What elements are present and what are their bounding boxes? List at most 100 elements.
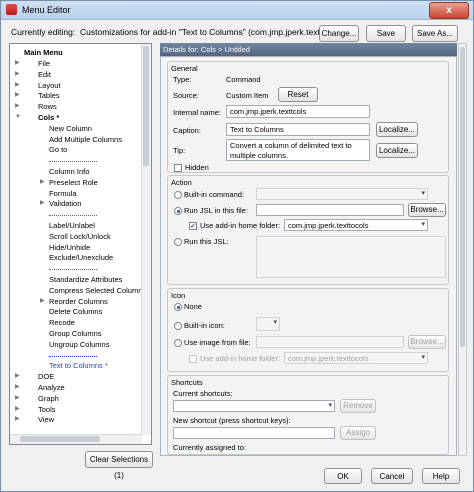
general-group: General Type: Command Source: Custom Ite… [167,61,449,173]
close-button[interactable]: x [429,2,469,19]
tree-item[interactable]: Preselect Role [49,177,98,188]
save-button[interactable]: Save [366,25,406,42]
details-vertical-scrollbar[interactable] [458,43,467,456]
collapsed-arrow-icon[interactable]: ▶ [15,404,21,415]
tree-item[interactable]: Rows [38,101,57,112]
jsl-file-field[interactable] [256,204,404,216]
details-scroll-thumb[interactable] [460,47,465,347]
internal-name-field[interactable]: com.jmp.jperk.texttcols [226,105,370,118]
tree-root[interactable]: Main Menu [24,47,63,58]
tree-item[interactable]: Label/Unlabel [49,220,95,231]
image-browse-button[interactable]: Browse... [408,335,446,349]
title-bar[interactable]: Menu Editor x [1,1,473,20]
tree-item[interactable]: Add Multiple Columns [49,134,122,145]
icon-home-folder-value: com.jmp.jperk.texttocols [288,354,369,363]
builtin-icon-radio[interactable] [174,322,182,330]
assign-shortcut-button[interactable]: Assign [340,426,376,440]
icon-none-label: None [184,302,202,311]
expanded-arrow-icon[interactable]: ▼ [15,112,21,123]
image-file-field[interactable] [256,336,404,348]
current-shortcuts-select[interactable]: ▾ [173,400,335,412]
tree-scroll-thumb[interactable] [143,46,149,166]
tree-item[interactable]: Ungroup Columns [49,339,109,350]
tree-item[interactable]: Layout [38,80,61,91]
menu-separator[interactable] [49,269,97,271]
menu-separator[interactable] [49,355,97,358]
editing-label: Currently editing: [11,27,76,37]
collapsed-arrow-icon[interactable]: ▶ [40,198,46,209]
icon-none-radio[interactable] [174,303,182,311]
collapsed-arrow-icon[interactable]: ▶ [15,58,21,69]
collapsed-arrow-icon[interactable]: ▶ [15,371,21,382]
change-button[interactable]: Change... [319,25,359,42]
tree-vertical-scrollbar[interactable] [141,44,151,435]
tree-item[interactable]: Exclude/Unexclude [49,252,113,263]
new-shortcut-field[interactable] [173,427,335,439]
jsl-browse-button[interactable]: Browse... [408,203,446,217]
collapsed-arrow-icon[interactable]: ▶ [15,80,21,91]
tree-item[interactable]: Standardize Attributes [49,274,122,285]
tree-item[interactable]: Edit [38,69,51,80]
builtin-command-select[interactable]: ▾ [256,188,428,200]
image-file-label: Use image from file: [184,338,251,347]
tree-item[interactable]: Delete Columns [49,306,102,317]
hidden-checkbox[interactable] [174,164,182,172]
jsl-script-textarea[interactable] [256,236,446,278]
tree-item[interactable]: Column Info [49,166,89,177]
tree-item[interactable]: Go to [49,144,67,155]
tree-item[interactable]: File [38,58,50,69]
reset-button[interactable]: Reset [278,87,318,102]
tree-item[interactable]: Cols * [38,112,59,123]
localize-tip-button[interactable]: Localize... [376,143,418,158]
collapsed-arrow-icon[interactable]: ▶ [15,414,21,425]
tree-hscroll-thumb[interactable] [20,436,100,442]
tree-item[interactable]: Analyze [38,382,65,393]
editing-status: Currently editing: Customizations for ad… [11,27,345,37]
tree-item[interactable]: Compress Selected Columns [49,285,146,296]
tree-item[interactable]: DOE [38,371,54,382]
tip-field[interactable]: Convert a column of delimited text to mu… [226,139,370,161]
menu-separator[interactable] [49,215,97,217]
clear-selections-button[interactable]: Clear Selections (1) [85,451,153,480]
tree-item[interactable]: View [38,414,54,425]
image-file-radio[interactable] [174,339,182,347]
run-this-jsl-radio[interactable] [174,238,182,246]
tree-item[interactable]: Text to Columns * [49,360,108,371]
help-button[interactable]: Help [422,468,460,484]
tree-item[interactable]: Validation [49,198,81,209]
tree-item[interactable]: Tables [38,90,60,101]
menu-separator[interactable] [49,161,97,163]
save-as-button[interactable]: Save As... [412,25,458,42]
collapsed-arrow-icon[interactable]: ▶ [15,101,21,112]
icon-home-folder-select[interactable]: com.jmp.jperk.texttocols ▾ [284,352,428,364]
tree-item[interactable]: New Column [49,123,92,134]
collapsed-arrow-icon[interactable]: ▶ [40,296,46,307]
tree-item[interactable]: Group Columns [49,328,102,339]
collapsed-arrow-icon[interactable]: ▶ [15,382,21,393]
menu-tree[interactable]: Main Menu ▶ File ▶ Edit ▶ Layout ▶ Tables ▶ Rows ▼… [9,43,152,445]
home-folder-select[interactable]: com.jmp.jperk.texttocols ▾ [284,219,428,231]
icon-use-home-folder-checkbox[interactable] [189,355,197,363]
collapsed-arrow-icon[interactable]: ▶ [15,69,21,80]
tree-item[interactable]: Graph [38,393,59,404]
use-home-folder-checkbox[interactable]: ✓ [189,222,197,230]
builtin-icon-label: Built-in icon: [184,321,225,330]
cancel-button[interactable]: Cancel [371,468,413,484]
builtin-icon-select[interactable]: ▾ [256,317,280,331]
ok-button[interactable]: OK [324,468,362,484]
tree-horizontal-scrollbar[interactable] [10,434,142,444]
collapsed-arrow-icon[interactable]: ▶ [15,90,21,101]
tree-item[interactable]: Reorder Columns [49,296,108,307]
localize-caption-button[interactable]: Localize... [376,122,418,137]
tree-item[interactable]: Recode [49,317,75,328]
tree-item[interactable]: Hide/Unhide [49,242,90,253]
tree-item[interactable]: Formula [49,188,77,199]
caption-field[interactable]: Text to Columns [226,123,370,136]
tree-item[interactable]: Scroll Lock/Unlock [49,231,111,242]
collapsed-arrow-icon[interactable]: ▶ [40,177,46,188]
remove-shortcut-button[interactable]: Remove [340,399,376,413]
tree-item[interactable]: Tools [38,404,56,415]
builtin-command-radio[interactable] [174,191,182,199]
run-jsl-file-radio[interactable] [174,207,182,215]
collapsed-arrow-icon[interactable]: ▶ [15,393,21,404]
